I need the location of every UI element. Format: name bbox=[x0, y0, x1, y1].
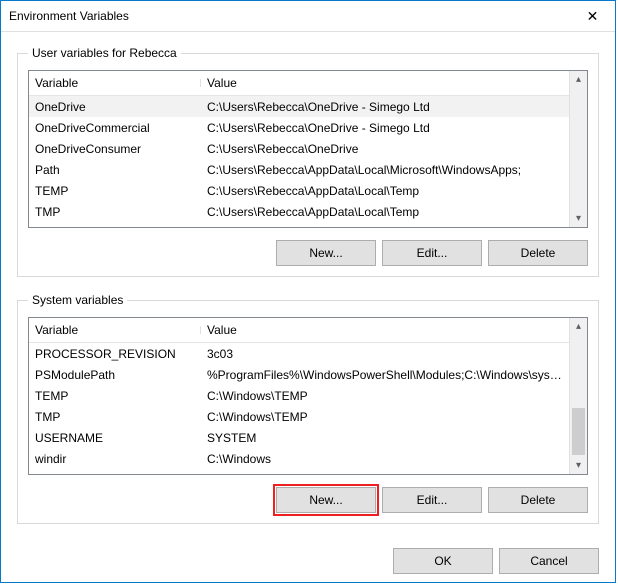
system-buttons-row: New... Edit... Delete bbox=[28, 487, 588, 513]
environment-variables-window: Environment Variables ✕ User variables f… bbox=[0, 0, 616, 583]
table-row[interactable]: TMPC:\Windows\TEMP bbox=[29, 406, 570, 427]
table-row[interactable]: TEMPC:\Users\Rebecca\AppData\Local\Temp bbox=[29, 180, 570, 201]
cell-variable: TEMP bbox=[29, 389, 201, 403]
table-row[interactable]: OneDriveC:\Users\Rebecca\OneDrive - Sime… bbox=[29, 96, 570, 117]
user-variables-legend: User variables for Rebecca bbox=[28, 46, 181, 60]
scroll-up-icon[interactable]: ▴ bbox=[570, 318, 587, 335]
cell-variable: windir bbox=[29, 452, 201, 466]
scroll-down-icon[interactable]: ▾ bbox=[570, 210, 587, 227]
table-row[interactable]: OneDriveCommercialC:\Users\Rebecca\OneDr… bbox=[29, 117, 570, 138]
close-button[interactable]: ✕ bbox=[570, 1, 615, 31]
cell-value: C:\Windows\TEMP bbox=[201, 410, 570, 424]
system-variables-group: System variables Variable Value PROCESSO… bbox=[17, 293, 599, 524]
window-title: Environment Variables bbox=[1, 9, 570, 23]
cell-variable: USERNAME bbox=[29, 431, 201, 445]
cancel-button[interactable]: Cancel bbox=[499, 548, 599, 574]
system-variables-legend: System variables bbox=[28, 293, 127, 307]
cell-value: C:\Users\Rebecca\AppData\Local\Temp bbox=[201, 184, 570, 198]
table-row[interactable]: windirC:\Windows bbox=[29, 448, 570, 469]
table-row[interactable]: TMPC:\Users\Rebecca\AppData\Local\Temp bbox=[29, 201, 570, 222]
ok-button[interactable]: OK bbox=[393, 548, 493, 574]
user-list-scrollbar[interactable]: ▴ ▾ bbox=[569, 71, 587, 227]
table-row[interactable]: PSModulePath%ProgramFiles%\WindowsPowerS… bbox=[29, 364, 570, 385]
table-row[interactable]: USERNAMESYSTEM bbox=[29, 427, 570, 448]
cell-value: C:\Windows bbox=[201, 452, 570, 466]
cell-variable: PROCESSOR_REVISION bbox=[29, 347, 201, 361]
title-bar[interactable]: Environment Variables ✕ bbox=[1, 1, 615, 32]
user-edit-button[interactable]: Edit... bbox=[382, 240, 482, 266]
user-variables-group: User variables for Rebecca Variable Valu… bbox=[17, 46, 599, 277]
column-header-value[interactable]: Value bbox=[201, 76, 570, 90]
system-list-scrollbar[interactable]: ▴ ▾ bbox=[569, 318, 587, 474]
cell-variable: OneDrive bbox=[29, 100, 201, 114]
cell-value: SYSTEM bbox=[201, 431, 570, 445]
table-row[interactable]: PathC:\Users\Rebecca\AppData\Local\Micro… bbox=[29, 159, 570, 180]
dialog-buttons-row: OK Cancel bbox=[1, 540, 615, 585]
cell-value: %ProgramFiles%\WindowsPowerShell\Modules… bbox=[201, 368, 570, 382]
table-row[interactable]: PROCESSOR_REVISION3c03 bbox=[29, 343, 570, 364]
cell-variable: TMP bbox=[29, 205, 201, 219]
user-list-header[interactable]: Variable Value bbox=[29, 71, 570, 96]
user-new-button[interactable]: New... bbox=[276, 240, 376, 266]
system-new-button[interactable]: New... bbox=[276, 487, 376, 513]
cell-variable: TEMP bbox=[29, 184, 201, 198]
cell-value: C:\Windows\TEMP bbox=[201, 389, 570, 403]
cell-variable: Path bbox=[29, 163, 201, 177]
close-icon: ✕ bbox=[587, 8, 599, 24]
cell-variable: TMP bbox=[29, 410, 201, 424]
scroll-thumb[interactable] bbox=[572, 408, 585, 454]
column-header-variable[interactable]: Variable bbox=[29, 323, 201, 337]
column-header-variable[interactable]: Variable bbox=[29, 76, 201, 90]
cell-variable: OneDriveCommercial bbox=[29, 121, 201, 135]
cell-value: C:\Users\Rebecca\AppData\Local\Temp bbox=[201, 205, 570, 219]
cell-value: 3c03 bbox=[201, 347, 570, 361]
system-variables-list[interactable]: Variable Value PROCESSOR_REVISION3c03PSM… bbox=[28, 317, 588, 475]
cell-variable: PSModulePath bbox=[29, 368, 201, 382]
scroll-up-icon[interactable]: ▴ bbox=[570, 71, 587, 88]
user-delete-button[interactable]: Delete bbox=[488, 240, 588, 266]
table-row[interactable]: OneDriveConsumerC:\Users\Rebecca\OneDriv… bbox=[29, 138, 570, 159]
system-edit-button[interactable]: Edit... bbox=[382, 487, 482, 513]
table-row[interactable]: TEMPC:\Windows\TEMP bbox=[29, 385, 570, 406]
scroll-down-icon[interactable]: ▾ bbox=[570, 457, 587, 474]
cell-value: C:\Users\Rebecca\OneDrive - Simego Ltd bbox=[201, 121, 570, 135]
user-buttons-row: New... Edit... Delete bbox=[28, 240, 588, 266]
system-delete-button[interactable]: Delete bbox=[488, 487, 588, 513]
column-header-value[interactable]: Value bbox=[201, 323, 570, 337]
cell-variable: OneDriveConsumer bbox=[29, 142, 201, 156]
cell-value: C:\Users\Rebecca\OneDrive - Simego Ltd bbox=[201, 100, 570, 114]
cell-value: C:\Users\Rebecca\OneDrive bbox=[201, 142, 570, 156]
user-variables-list[interactable]: Variable Value OneDriveC:\Users\Rebecca\… bbox=[28, 70, 588, 228]
system-list-header[interactable]: Variable Value bbox=[29, 318, 570, 343]
cell-value: C:\Users\Rebecca\AppData\Local\Microsoft… bbox=[201, 163, 570, 177]
client-area: User variables for Rebecca Variable Valu… bbox=[1, 32, 615, 524]
